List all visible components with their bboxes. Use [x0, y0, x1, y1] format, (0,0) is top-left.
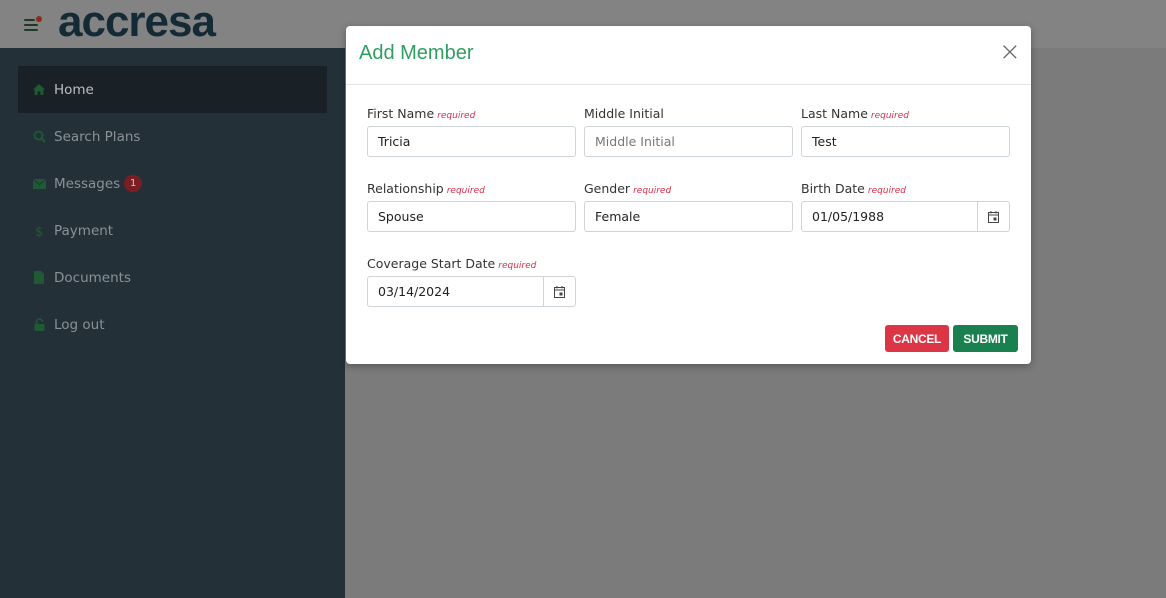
gender-value: Female: [595, 209, 641, 224]
first-name-field-group: First Name required Tricia: [367, 105, 576, 157]
cancel-button[interactable]: CANCEL: [885, 325, 949, 352]
submit-button[interactable]: SUBMIT: [953, 325, 1018, 352]
gender-field-group: Gender required Female: [584, 180, 793, 232]
dollar-icon: $: [32, 224, 46, 238]
last-name-field-group: Last Name required Test: [801, 105, 1010, 157]
calendar-icon[interactable]: [977, 202, 1009, 231]
gender-select[interactable]: Female: [584, 201, 793, 232]
middle-initial-label: Middle Initial: [584, 106, 664, 121]
middle-initial-field-group: Middle Initial Middle Initial: [584, 105, 793, 157]
birth-date-label-text: Birth Date: [801, 181, 865, 196]
sidebar-item-label: Search Plans: [54, 128, 141, 145]
required-indicator: required: [437, 111, 476, 121]
coverage-start-date-label-text: Coverage Start Date: [367, 256, 496, 271]
search-icon: [32, 130, 46, 144]
required-indicator: required: [867, 186, 906, 196]
birth-date-value: 01/05/1988: [812, 209, 885, 224]
sidebar-item-label: Payment: [54, 222, 114, 239]
relationship-value: Spouse: [378, 209, 424, 224]
required-indicator: required: [446, 186, 485, 196]
first-name-input[interactable]: Tricia: [367, 126, 576, 157]
calendar-icon[interactable]: [543, 277, 575, 306]
sidebar-item-search-plans[interactable]: Search Plans: [18, 113, 327, 160]
close-button[interactable]: ×: [999, 39, 1021, 65]
sidebar-item-log-out[interactable]: Log out: [18, 301, 327, 348]
birth-date-label: Birth Date required: [801, 180, 1010, 198]
gender-label: Gender required: [584, 180, 793, 198]
birth-date-field-group: Birth Date required 01/05/1988: [801, 180, 1010, 232]
last-name-value: Test: [812, 134, 837, 149]
brand: accresa: [24, 0, 216, 48]
gender-label-text: Gender: [584, 181, 631, 196]
required-indicator: required: [870, 111, 909, 121]
coverage-start-date-value: 03/14/2024: [378, 284, 451, 299]
lock-icon: [32, 318, 46, 332]
middle-initial-placeholder: Middle Initial: [595, 134, 675, 149]
relationship-field-group: Relationship required Spouse: [367, 180, 576, 232]
birth-date-input[interactable]: 01/05/1988: [801, 201, 1010, 232]
sidebar-item-label: Log out: [54, 316, 105, 333]
last-name-input[interactable]: Test: [801, 126, 1010, 157]
coverage-start-date-field-group: Coverage Start Date required 03/14/2024: [367, 255, 576, 307]
sidebar-item-label: Messages: [54, 175, 121, 192]
sidebar: Home Search Plans Messages 1 $ Payment D…: [0, 48, 345, 598]
logo[interactable]: accresa: [58, 0, 216, 44]
sidebar-item-payment[interactable]: $ Payment: [18, 207, 327, 254]
relationship-label-text: Relationship: [367, 181, 444, 196]
document-icon: [32, 271, 46, 285]
modal-header: Add Member ×: [346, 26, 1031, 85]
required-indicator: required: [498, 261, 537, 271]
coverage-start-date-input[interactable]: 03/14/2024: [367, 276, 576, 307]
last-name-label-text: Last Name: [801, 106, 868, 121]
sidebar-nav: Home Search Plans Messages 1 $ Payment D…: [18, 66, 327, 348]
add-member-modal: Add Member × First Name required Tricia M…: [346, 26, 1031, 364]
sidebar-item-documents[interactable]: Documents: [18, 254, 327, 301]
sidebar-item-messages[interactable]: Messages 1: [18, 160, 327, 207]
first-name-value: Tricia: [378, 134, 411, 149]
svg-text:$: $: [35, 225, 43, 238]
menu-icon[interactable]: [24, 16, 42, 32]
first-name-label-text: First Name: [367, 106, 435, 121]
home-icon: [32, 83, 46, 97]
coverage-start-date-label: Coverage Start Date required: [367, 255, 576, 273]
close-icon: ×: [999, 37, 1021, 67]
first-name-label: First Name required: [367, 105, 576, 123]
sidebar-item-label: Documents: [54, 269, 131, 286]
middle-initial-input[interactable]: Middle Initial: [584, 126, 793, 157]
sidebar-item-home[interactable]: Home: [18, 66, 327, 113]
sidebar-item-label: Home: [54, 81, 94, 98]
modal-title: Add Member: [359, 42, 474, 64]
relationship-label: Relationship required: [367, 180, 576, 198]
last-name-label: Last Name required: [801, 105, 1010, 123]
relationship-select[interactable]: Spouse: [367, 201, 576, 232]
messages-count-badge: 1: [124, 175, 143, 192]
envelope-icon: [32, 177, 46, 191]
required-indicator: required: [633, 186, 672, 196]
